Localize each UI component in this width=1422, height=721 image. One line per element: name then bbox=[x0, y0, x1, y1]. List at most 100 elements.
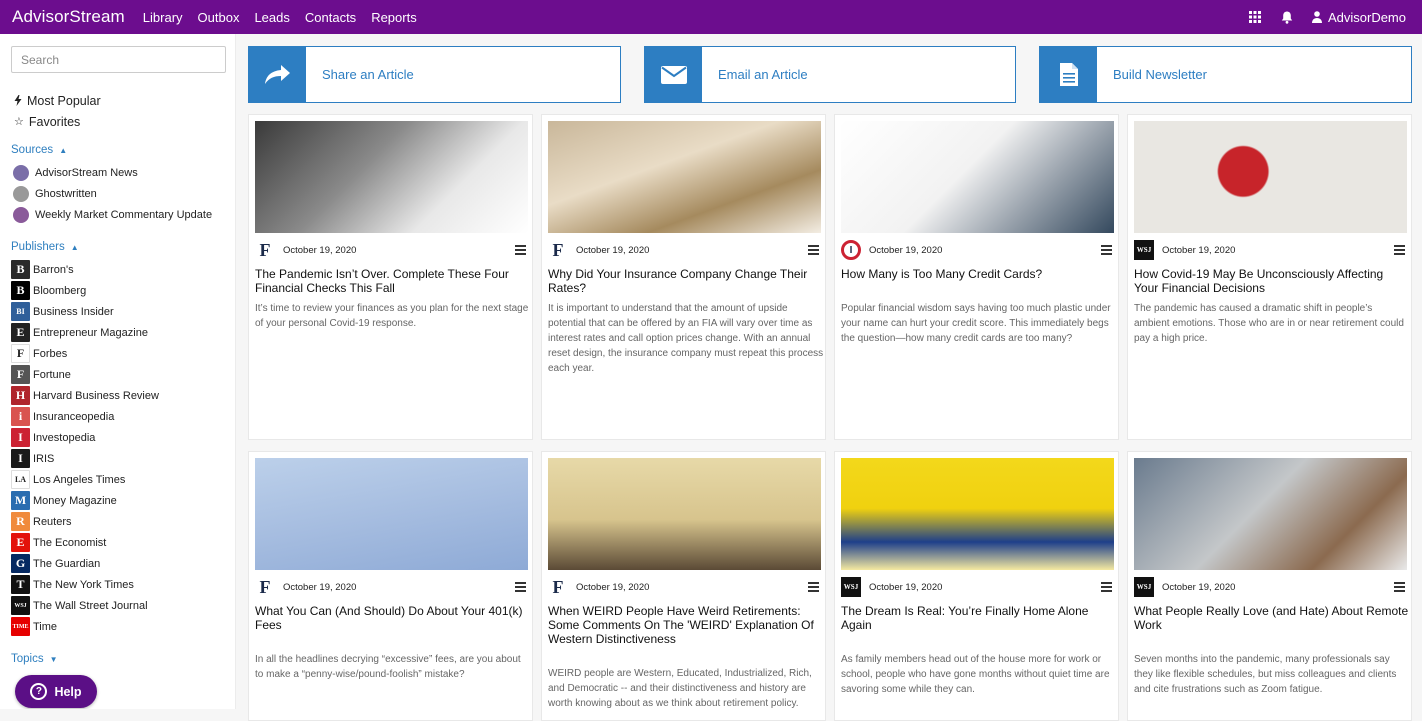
publisher-item[interactable]: F Fortune bbox=[11, 364, 159, 385]
share-article-button[interactable]: Share an Article bbox=[248, 46, 621, 103]
nav-link-reports[interactable]: Reports bbox=[371, 10, 417, 25]
publisher-item[interactable]: I Investopedia bbox=[11, 427, 159, 448]
article-card[interactable]: F October 19, 2020 Why Did Your Insurance … bbox=[541, 114, 826, 440]
article-title[interactable]: The Dream Is Real: You’re Finally Home A… bbox=[841, 604, 1117, 632]
article-card[interactable]: WSJ October 19, 2020 How Covid-19 May Be U… bbox=[1127, 114, 1412, 440]
publisher-item[interactable]: G The Guardian bbox=[11, 553, 159, 574]
brand-logo[interactable]: AdvisorStream bbox=[12, 7, 125, 27]
article-thumbnail[interactable] bbox=[255, 458, 528, 570]
article-date: October 19, 2020 bbox=[1162, 244, 1236, 256]
article-thumbnail[interactable] bbox=[548, 121, 821, 233]
article-description: As family members head out of the house … bbox=[841, 654, 1110, 695]
publisher-label: The Economist bbox=[33, 536, 107, 549]
publisher-item[interactable]: H Harvard Business Review bbox=[11, 385, 159, 406]
publisher-logo-icon: F bbox=[259, 576, 271, 597]
topics-heading[interactable]: Topics ▼ bbox=[11, 653, 58, 665]
publisher-logo-icon: F bbox=[552, 576, 564, 597]
publisher-item[interactable]: T The New York Times bbox=[11, 574, 159, 595]
favorites-item[interactable]: ☆ Favorites bbox=[14, 111, 101, 132]
article-title[interactable]: Why Did Your Insurance Company Change Th… bbox=[548, 267, 824, 295]
publisher-item[interactable]: B Barron's bbox=[11, 259, 159, 280]
source-item[interactable]: AdvisorStream News bbox=[11, 162, 212, 183]
article-card[interactable]: F October 19, 2020 What You Can (And Shoul… bbox=[248, 451, 533, 721]
sources-heading[interactable]: Sources ▲ bbox=[11, 144, 67, 156]
article-description: Popular financial wisdom says having too… bbox=[841, 303, 1111, 344]
article-thumbnail[interactable] bbox=[548, 458, 821, 570]
article-meta: I October 19, 2020 bbox=[841, 240, 1114, 260]
article-title[interactable]: When WEIRD People Have Weird Retirements… bbox=[548, 604, 824, 646]
help-button[interactable]: ? Help bbox=[15, 675, 97, 708]
nav-link-library[interactable]: Library bbox=[143, 10, 183, 25]
card-menu-icon[interactable] bbox=[515, 580, 526, 594]
card-menu-icon[interactable] bbox=[1394, 580, 1405, 594]
publisher-item[interactable]: E The Economist bbox=[11, 532, 159, 553]
publishers-heading[interactable]: Publishers ▲ bbox=[11, 241, 79, 253]
article-title[interactable]: How Many is Too Many Credit Cards? bbox=[841, 267, 1117, 281]
publisher-item[interactable]: LA Los Angeles Times bbox=[11, 469, 159, 490]
article-card[interactable]: F October 19, 2020 The Pandemic Isn’t Over… bbox=[248, 114, 533, 440]
source-item[interactable]: Ghostwritten bbox=[11, 183, 212, 204]
article-title[interactable]: What People Really Love (and Hate) About… bbox=[1134, 604, 1410, 632]
publisher-item[interactable]: WSJ The Wall Street Journal bbox=[11, 595, 159, 616]
nav-link-leads[interactable]: Leads bbox=[254, 10, 289, 25]
publisher-label: Barron's bbox=[33, 263, 74, 276]
most-popular-item[interactable]: Most Popular bbox=[14, 90, 101, 111]
user-menu[interactable]: AdvisorDemo bbox=[1311, 10, 1406, 25]
article-thumbnail[interactable] bbox=[255, 121, 528, 233]
publisher-logo-icon: I bbox=[841, 240, 861, 260]
publisher-logo-icon: E bbox=[11, 533, 30, 552]
publisher-item[interactable]: E Entrepreneur Magazine bbox=[11, 322, 159, 343]
sources-heading-label: Sources bbox=[11, 144, 54, 156]
card-menu-icon[interactable] bbox=[515, 243, 526, 257]
article-meta: WSJ October 19, 2020 bbox=[841, 577, 1114, 597]
nav-link-contacts[interactable]: Contacts bbox=[305, 10, 356, 25]
article-card[interactable]: WSJ October 19, 2020 What People Really Lo… bbox=[1127, 451, 1412, 721]
article-description: The pandemic has caused a dramatic shift… bbox=[1134, 303, 1404, 344]
build-newsletter-button[interactable]: Build Newsletter bbox=[1039, 46, 1412, 103]
bell-icon[interactable] bbox=[1280, 10, 1294, 24]
publisher-item[interactable]: F Forbes bbox=[11, 343, 159, 364]
article-card[interactable]: WSJ October 19, 2020 The Dream Is Real: Yo… bbox=[834, 451, 1119, 721]
publisher-logo-icon: F bbox=[259, 239, 271, 260]
article-thumbnail[interactable] bbox=[1134, 458, 1407, 570]
card-menu-icon[interactable] bbox=[1394, 243, 1405, 257]
article-thumbnail[interactable] bbox=[841, 121, 1114, 233]
source-label: Weekly Market Commentary Update bbox=[35, 208, 213, 221]
article-title[interactable]: The Pandemic Isn’t Over. Complete These … bbox=[255, 267, 531, 295]
article-title[interactable]: How Covid-19 May Be Unconsciously Affect… bbox=[1134, 267, 1410, 295]
apps-grid-icon[interactable] bbox=[1248, 10, 1262, 24]
article-thumbnail[interactable] bbox=[841, 458, 1114, 570]
publisher-logo-icon: M bbox=[11, 491, 30, 510]
nav-link-outbox[interactable]: Outbox bbox=[198, 10, 240, 25]
publisher-item[interactable]: I IRIS bbox=[11, 448, 159, 469]
article-meta: WSJ October 19, 2020 bbox=[1134, 240, 1407, 260]
source-item[interactable]: Weekly Market Commentary Update bbox=[11, 204, 212, 225]
publisher-item[interactable]: TIME Time bbox=[11, 616, 159, 637]
card-menu-icon[interactable] bbox=[808, 243, 819, 257]
article-card[interactable]: I October 19, 2020 How Many is Too Many Cr… bbox=[834, 114, 1119, 440]
search-input[interactable] bbox=[11, 46, 226, 73]
source-logo-icon bbox=[13, 206, 29, 223]
source-logo-icon bbox=[13, 164, 29, 181]
envelope-icon bbox=[645, 47, 702, 102]
article-meta: F October 19, 2020 bbox=[548, 577, 821, 597]
card-menu-icon[interactable] bbox=[1101, 580, 1112, 594]
article-card[interactable]: F October 19, 2020 When WEIRD People Have … bbox=[541, 451, 826, 721]
article-date: October 19, 2020 bbox=[869, 244, 943, 256]
publisher-item[interactable]: BI Business Insider bbox=[11, 301, 159, 322]
card-menu-icon[interactable] bbox=[1101, 243, 1112, 257]
article-title[interactable]: What You Can (And Should) Do About Your … bbox=[255, 604, 531, 632]
source-label: Ghostwritten bbox=[35, 187, 97, 200]
publisher-item[interactable]: B Bloomberg bbox=[11, 280, 159, 301]
publisher-item[interactable]: M Money Magazine bbox=[11, 490, 159, 511]
article-thumbnail[interactable] bbox=[1134, 121, 1407, 233]
question-icon: ? bbox=[30, 683, 48, 700]
publisher-item[interactable]: R Reuters bbox=[11, 511, 159, 532]
publishers-heading-label: Publishers bbox=[11, 241, 65, 253]
article-description: It is important to understand that the a… bbox=[548, 303, 824, 374]
card-menu-icon[interactable] bbox=[808, 580, 819, 594]
publisher-item[interactable]: i Insuranceopedia bbox=[11, 406, 159, 427]
email-article-button[interactable]: Email an Article bbox=[644, 46, 1016, 103]
article-date: October 19, 2020 bbox=[869, 581, 943, 593]
article-date: October 19, 2020 bbox=[576, 244, 650, 256]
